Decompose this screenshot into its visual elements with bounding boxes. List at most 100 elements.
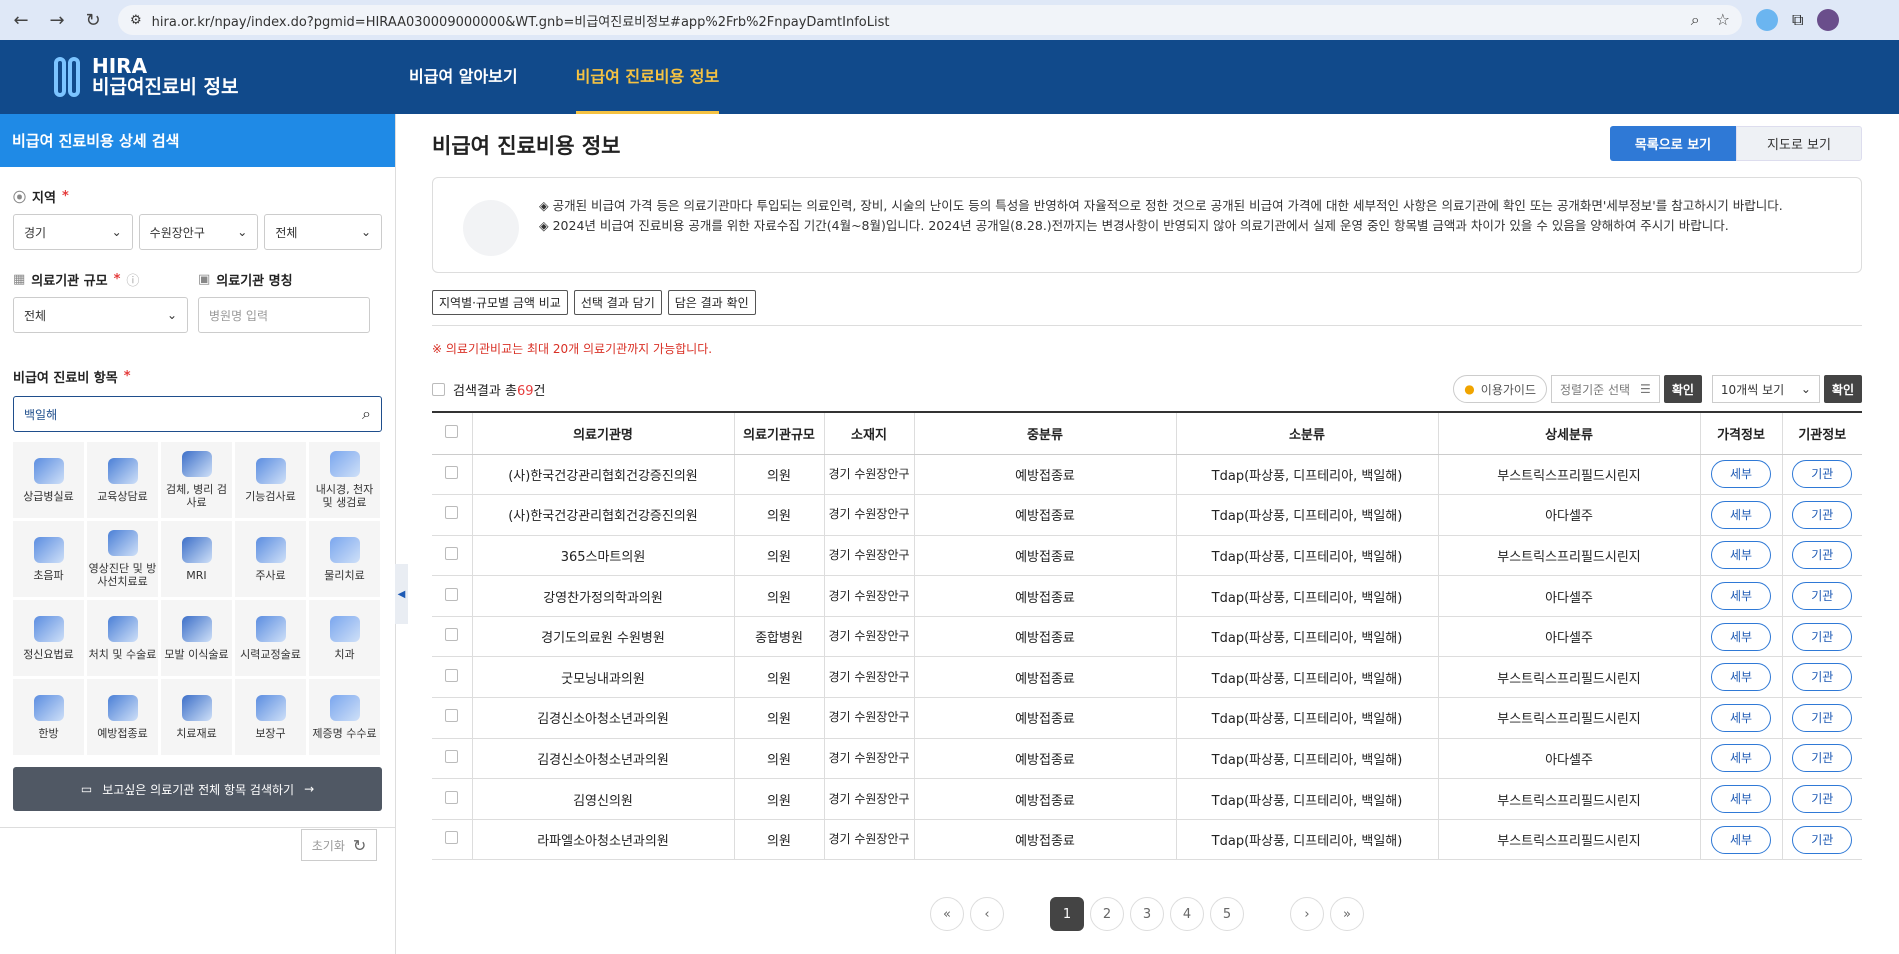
bookmark-star-icon[interactable]: ☆ — [1716, 10, 1730, 30]
url-text: hira.or.kr/npay/index.do?pgmid=HIRAA0300… — [151, 14, 890, 30]
category-item[interactable]: 교육상담료 — [87, 442, 158, 518]
org-button[interactable]: 기관 — [1792, 744, 1853, 773]
view-saved-button[interactable]: 담은 결과 확인 — [667, 290, 756, 315]
page-4-button[interactable]: 4 — [1170, 897, 1204, 932]
first-page-button[interactable]: « — [930, 897, 964, 932]
zoom-icon[interactable]: ⌕ — [1691, 10, 1700, 30]
category-item[interactable]: 제증명 수수료 — [309, 679, 380, 755]
org-info-cell: 기관 — [1781, 575, 1862, 617]
extension-icon[interactable] — [1756, 9, 1778, 31]
sort-confirm-button[interactable]: 확인 — [1663, 375, 1702, 403]
row-checkbox[interactable] — [445, 749, 459, 763]
per-page-select[interactable]: 10개씩 보기 ⌄ — [1711, 375, 1820, 403]
category-item[interactable]: 치과 — [309, 600, 380, 676]
detail-button[interactable]: 세부 — [1711, 541, 1771, 570]
org-button[interactable]: 기관 — [1792, 825, 1853, 854]
category-item[interactable]: 처치 및 수술료 — [87, 600, 158, 676]
help-icon[interactable]: ⓘ — [126, 270, 139, 289]
next-page-button[interactable]: › — [1290, 897, 1324, 932]
detail-button[interactable]: 세부 — [1711, 744, 1771, 773]
org-button[interactable]: 기관 — [1792, 703, 1853, 732]
forward-icon[interactable]: → — [46, 10, 68, 31]
sub-category-cell: Tdap(파상풍, 디프테리아, 백일해) — [1175, 575, 1438, 617]
category-item[interactable]: 영상진단 및 방사선치료료 — [87, 521, 158, 597]
prev-page-button[interactable]: ‹ — [970, 897, 1004, 932]
map-view-button[interactable]: 지도로 보기 — [1736, 126, 1862, 161]
scale-select[interactable]: 전체 ⌄ — [13, 297, 188, 333]
org-button[interactable]: 기관 — [1792, 785, 1853, 814]
detail-button[interactable]: 세부 — [1711, 825, 1771, 854]
region-province-select[interactable]: 경기 ⌄ — [13, 214, 133, 250]
per-page-confirm-button[interactable]: 확인 — [1823, 375, 1862, 403]
detail-button[interactable]: 세부 — [1711, 622, 1771, 651]
category-icon — [329, 615, 360, 642]
detail-button[interactable]: 세부 — [1711, 703, 1771, 732]
hospital-name-input[interactable]: 병원명 입력 — [198, 297, 370, 333]
page-3-button[interactable]: 3 — [1130, 897, 1164, 932]
row-checkbox[interactable] — [445, 709, 459, 723]
compare-button[interactable]: 지역별·규모별 금액 비교 — [432, 290, 568, 315]
row-checkbox[interactable] — [445, 465, 459, 479]
category-item[interactable]: 내시경, 천자 및 생검료 — [309, 442, 380, 518]
last-page-button[interactable]: » — [1330, 897, 1364, 932]
row-checkbox[interactable] — [445, 506, 459, 520]
sort-select[interactable]: 정렬기준 선택 ☰ — [1550, 375, 1660, 403]
detail-button[interactable]: 세부 — [1711, 500, 1771, 529]
profile-avatar[interactable] — [1817, 9, 1840, 31]
main-content: 비급여 진료비용 정보 목록으로 보기 지도로 보기 ◈ 공개된 비급여 가격 … — [396, 114, 1899, 954]
category-item[interactable]: 주사료 — [235, 521, 306, 597]
list-view-button[interactable]: 목록으로 보기 — [1610, 126, 1736, 161]
detail-button[interactable]: 세부 — [1711, 460, 1771, 489]
row-checkbox[interactable] — [445, 587, 459, 601]
search-icon[interactable]: ⌕ — [362, 404, 371, 424]
row-checkbox[interactable] — [445, 628, 459, 642]
category-item[interactable]: 정신요법료 — [13, 600, 84, 676]
page-2-button[interactable]: 2 — [1090, 897, 1124, 932]
category-item[interactable]: 검체, 병리 검사료 — [161, 442, 232, 518]
page-1-button[interactable]: 1 — [1050, 897, 1084, 932]
select-all-checkbox[interactable] — [445, 424, 459, 438]
site-info-icon[interactable]: ⚙ — [130, 13, 142, 28]
org-button[interactable]: 기관 — [1792, 582, 1853, 611]
category-item[interactable]: 치료재료 — [161, 679, 232, 755]
back-icon[interactable]: ← — [10, 10, 32, 31]
org-button[interactable]: 기관 — [1792, 663, 1853, 692]
category-item[interactable]: 모발 이식술료 — [161, 600, 232, 676]
org-button[interactable]: 기관 — [1792, 622, 1853, 651]
row-checkbox[interactable] — [445, 790, 459, 804]
address-bar[interactable]: ⚙ hira.or.kr/npay/index.do?pgmid=HIRAA03… — [118, 5, 1742, 35]
hira-logo[interactable]: HIRA 비급여진료비 정보 — [0, 56, 409, 98]
category-item[interactable]: 상급병실료 — [13, 442, 84, 518]
extensions-puzzle-icon[interactable]: ⧉ — [1792, 10, 1803, 30]
detail-button[interactable]: 세부 — [1711, 582, 1771, 611]
category-item[interactable]: 초음파 — [13, 521, 84, 597]
detail-button[interactable]: 세부 — [1711, 663, 1771, 692]
item-search-input[interactable]: 백일해 ⌕ — [13, 396, 382, 432]
reset-button[interactable]: 초기화 ↻ — [301, 829, 377, 861]
usage-guide-button[interactable]: ● 이용가이드 — [1453, 375, 1547, 403]
page-5-button[interactable]: 5 — [1210, 897, 1244, 932]
reload-icon[interactable]: ↻ — [82, 10, 104, 31]
category-item[interactable]: 예방접종료 — [87, 679, 158, 755]
region-district-select[interactable]: 수원장안구 ⌄ — [138, 214, 259, 250]
category-icon — [329, 536, 360, 563]
search-all-items-button[interactable]: ▭ 보고싶은 의료기관 전체 항목 검색하기 → — [13, 767, 382, 811]
org-button[interactable]: 기관 — [1792, 500, 1853, 529]
detail-button[interactable]: 세부 — [1711, 785, 1771, 814]
select-all-results-checkbox[interactable] — [432, 382, 445, 396]
org-button[interactable]: 기관 — [1792, 541, 1853, 570]
nav-cost-info[interactable]: 비급여 진료비용 정보 — [575, 40, 719, 114]
region-town-select[interactable]: 전체 ⌄ — [264, 214, 383, 250]
category-item[interactable]: MRI — [161, 521, 232, 597]
category-item[interactable]: 보장구 — [235, 679, 306, 755]
row-checkbox[interactable] — [445, 668, 459, 682]
category-item[interactable]: 물리치료 — [309, 521, 380, 597]
category-item[interactable]: 기능검사료 — [235, 442, 306, 518]
category-item[interactable]: 한방 — [13, 679, 84, 755]
category-item[interactable]: 시력교정술료 — [235, 600, 306, 676]
nav-about[interactable]: 비급여 알아보기 — [409, 40, 518, 114]
org-button[interactable]: 기관 — [1792, 460, 1853, 489]
row-checkbox[interactable] — [445, 546, 459, 560]
row-checkbox[interactable] — [445, 831, 459, 845]
save-selection-button[interactable]: 선택 결과 담기 — [573, 290, 662, 315]
